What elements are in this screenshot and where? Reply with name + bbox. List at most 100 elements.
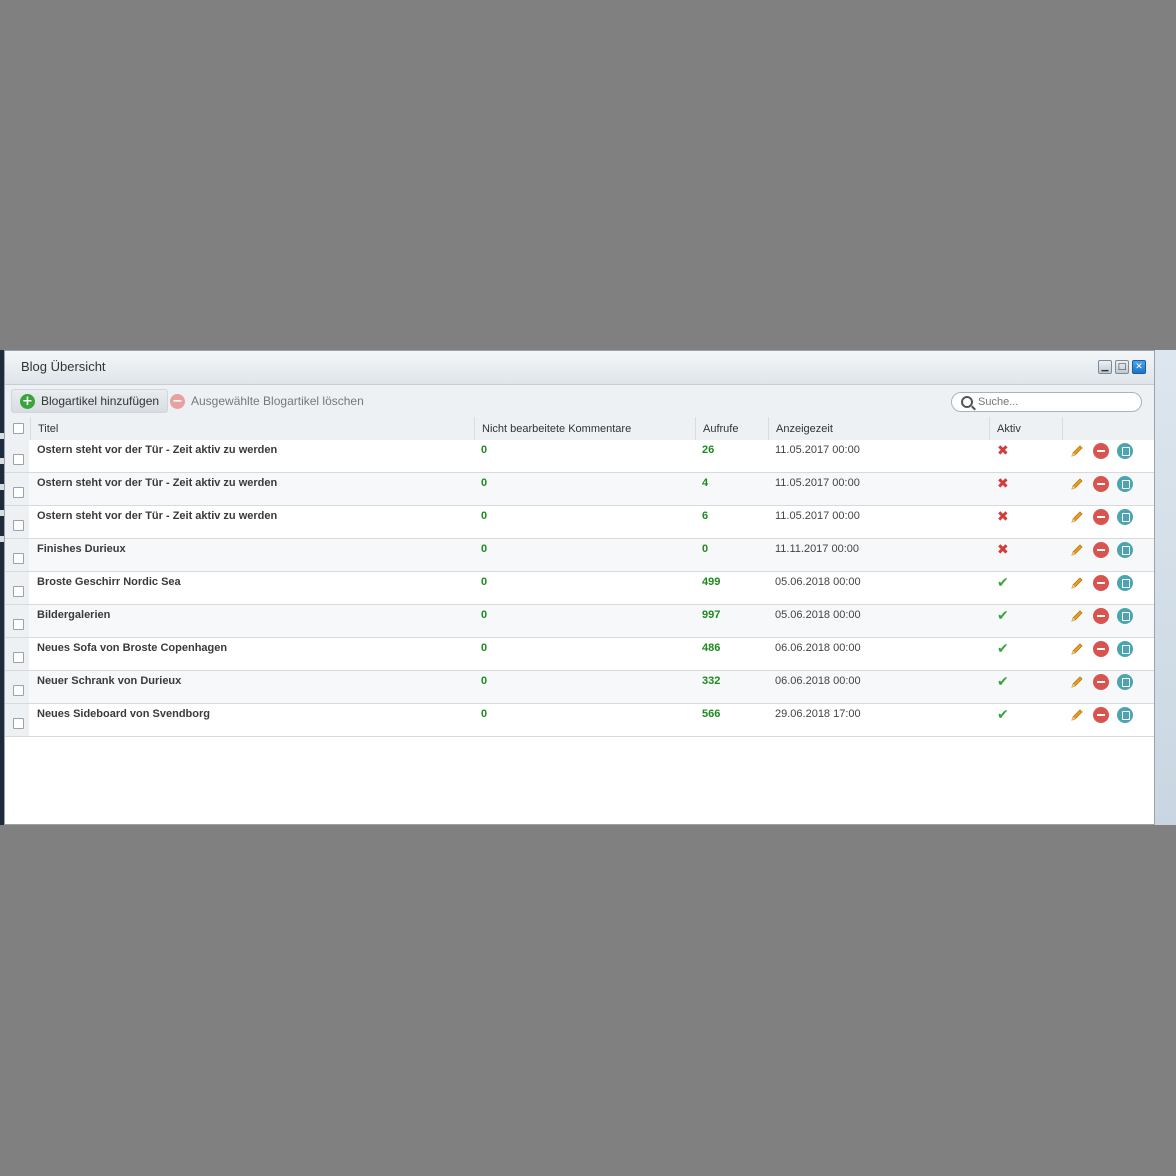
add-blog-article-button[interactable]: + Blogartikel hinzufügen bbox=[11, 389, 169, 413]
row-gutter bbox=[5, 506, 29, 538]
row-checkbox[interactable] bbox=[13, 454, 24, 465]
search-box[interactable] bbox=[951, 392, 1142, 412]
delete-icon[interactable] bbox=[1093, 443, 1109, 459]
cell-date: 05.06.2018 00:00 bbox=[775, 576, 861, 588]
cell-title: Ostern steht vor der Tür - Zeit aktiv zu… bbox=[37, 444, 278, 456]
duplicate-icon[interactable] bbox=[1117, 575, 1133, 591]
active-check-icon[interactable]: ✔ bbox=[997, 642, 1011, 656]
cell-date: 11.11.2017 00:00 bbox=[775, 543, 860, 555]
delete-icon[interactable] bbox=[1093, 542, 1109, 558]
row-checkbox[interactable] bbox=[13, 487, 24, 498]
cell-comments: 0 bbox=[481, 510, 488, 522]
pencil-icon[interactable] bbox=[1069, 509, 1085, 525]
pencil-icon[interactable] bbox=[1069, 608, 1085, 624]
delete-icon[interactable] bbox=[1093, 641, 1109, 657]
column-header-title[interactable]: Titel bbox=[30, 417, 474, 440]
duplicate-icon[interactable] bbox=[1117, 707, 1133, 723]
delete-icon[interactable] bbox=[1093, 476, 1109, 492]
cell-views: 332 bbox=[702, 675, 721, 687]
table-row[interactable]: Neues Sofa von Broste Copenhagen 0 486 0… bbox=[5, 638, 1154, 671]
cell-views: 4 bbox=[702, 477, 709, 489]
table-row[interactable]: Ostern steht vor der Tür - Zeit aktiv zu… bbox=[5, 440, 1154, 473]
select-all-cell bbox=[5, 417, 30, 440]
inactive-cross-icon[interactable]: ✖ bbox=[997, 477, 1011, 491]
cell-comments: 0 bbox=[481, 576, 488, 588]
pencil-icon[interactable] bbox=[1069, 542, 1085, 558]
table-row[interactable]: Neues Sideboard von Svendborg 0 566 29.0… bbox=[5, 704, 1154, 737]
table-row[interactable]: Neuer Schrank von Durieux 0 332 06.06.20… bbox=[5, 671, 1154, 704]
select-all-checkbox[interactable] bbox=[13, 423, 24, 434]
pencil-icon[interactable] bbox=[1069, 443, 1085, 459]
row-checkbox[interactable] bbox=[13, 685, 24, 696]
background-window-edge-right bbox=[1155, 350, 1176, 825]
cell-date: 29.06.2018 17:00 bbox=[775, 708, 861, 720]
cell-views: 997 bbox=[702, 609, 721, 621]
pencil-icon[interactable] bbox=[1069, 707, 1085, 723]
row-gutter bbox=[5, 638, 29, 670]
delete-selected-button[interactable]: − Ausgewählte Blogartikel löschen bbox=[162, 389, 372, 413]
row-checkbox[interactable] bbox=[13, 553, 24, 564]
minimize-icon[interactable]: ▁ bbox=[1098, 360, 1112, 374]
row-checkbox[interactable] bbox=[13, 652, 24, 663]
table-row[interactable]: Ostern steht vor der Tür - Zeit aktiv zu… bbox=[5, 473, 1154, 506]
pencil-icon[interactable] bbox=[1069, 641, 1085, 657]
inactive-cross-icon[interactable]: ✖ bbox=[997, 444, 1011, 458]
duplicate-icon[interactable] bbox=[1117, 608, 1133, 624]
delete-icon[interactable] bbox=[1093, 674, 1109, 690]
duplicate-icon[interactable] bbox=[1117, 674, 1133, 690]
delete-selected-label: Ausgewählte Blogartikel löschen bbox=[191, 394, 364, 408]
cell-comments: 0 bbox=[481, 543, 488, 555]
cell-title: Broste Geschirr Nordic Sea bbox=[37, 576, 181, 588]
toolbar: + Blogartikel hinzufügen − Ausgewählte B… bbox=[5, 385, 1154, 417]
row-checkbox[interactable] bbox=[13, 586, 24, 597]
duplicate-icon[interactable] bbox=[1117, 641, 1133, 657]
table-row[interactable]: Bildergalerien 0 997 05.06.2018 00:00 ✔ bbox=[5, 605, 1154, 638]
delete-icon[interactable] bbox=[1093, 608, 1109, 624]
cell-views: 6 bbox=[702, 510, 709, 522]
pencil-icon[interactable] bbox=[1069, 674, 1085, 690]
close-icon[interactable]: ✕ bbox=[1132, 360, 1146, 374]
active-check-icon[interactable]: ✔ bbox=[997, 708, 1011, 722]
duplicate-icon[interactable] bbox=[1117, 476, 1133, 492]
cell-date: 06.06.2018 00:00 bbox=[775, 675, 861, 687]
column-header-views[interactable]: Aufrufe bbox=[695, 417, 768, 440]
maximize-icon[interactable]: □ bbox=[1115, 360, 1129, 374]
grid-body: Ostern steht vor der Tür - Zeit aktiv zu… bbox=[5, 440, 1154, 737]
cell-comments: 0 bbox=[481, 708, 488, 720]
active-check-icon[interactable]: ✔ bbox=[997, 675, 1011, 689]
row-checkbox[interactable] bbox=[13, 520, 24, 531]
column-header-actions bbox=[1062, 417, 1152, 440]
active-check-icon[interactable]: ✔ bbox=[997, 576, 1011, 590]
delete-icon[interactable] bbox=[1093, 509, 1109, 525]
inactive-cross-icon[interactable]: ✖ bbox=[997, 543, 1011, 557]
table-row[interactable]: Ostern steht vor der Tür - Zeit aktiv zu… bbox=[5, 506, 1154, 539]
column-header-date[interactable]: Anzeigezeit bbox=[768, 417, 989, 440]
column-header-comments[interactable]: Nicht bearbeitete Kommentare bbox=[474, 417, 695, 440]
cell-date: 06.06.2018 00:00 bbox=[775, 642, 861, 654]
delete-icon[interactable] bbox=[1093, 707, 1109, 723]
row-checkbox[interactable] bbox=[13, 619, 24, 630]
duplicate-icon[interactable] bbox=[1117, 509, 1133, 525]
plus-icon: + bbox=[20, 393, 35, 409]
window-titlebar[interactable]: Blog Übersicht ▁ □ ✕ bbox=[5, 351, 1154, 385]
table-row[interactable]: Finishes Durieux 0 0 11.11.2017 00:00 ✖ bbox=[5, 539, 1154, 572]
window-title: Blog Übersicht bbox=[21, 359, 106, 374]
cell-views: 0 bbox=[702, 543, 709, 555]
duplicate-icon[interactable] bbox=[1117, 542, 1133, 558]
column-header-active[interactable]: Aktiv bbox=[989, 417, 1062, 440]
table-row[interactable]: Broste Geschirr Nordic Sea 0 499 05.06.2… bbox=[5, 572, 1154, 605]
row-gutter bbox=[5, 440, 29, 472]
pencil-icon[interactable] bbox=[1069, 575, 1085, 591]
blog-overview-window: Blog Übersicht ▁ □ ✕ + Blogartikel hinzu… bbox=[4, 350, 1155, 825]
cell-title: Finishes Durieux bbox=[37, 543, 126, 555]
delete-icon[interactable] bbox=[1093, 575, 1109, 591]
duplicate-icon[interactable] bbox=[1117, 443, 1133, 459]
row-gutter bbox=[5, 704, 29, 736]
minus-icon: − bbox=[170, 393, 185, 409]
row-checkbox[interactable] bbox=[13, 718, 24, 729]
active-check-icon[interactable]: ✔ bbox=[997, 609, 1011, 623]
pencil-icon[interactable] bbox=[1069, 476, 1085, 492]
cell-title: Bildergalerien bbox=[37, 609, 111, 621]
search-input[interactable] bbox=[978, 394, 1128, 410]
inactive-cross-icon[interactable]: ✖ bbox=[997, 510, 1011, 524]
